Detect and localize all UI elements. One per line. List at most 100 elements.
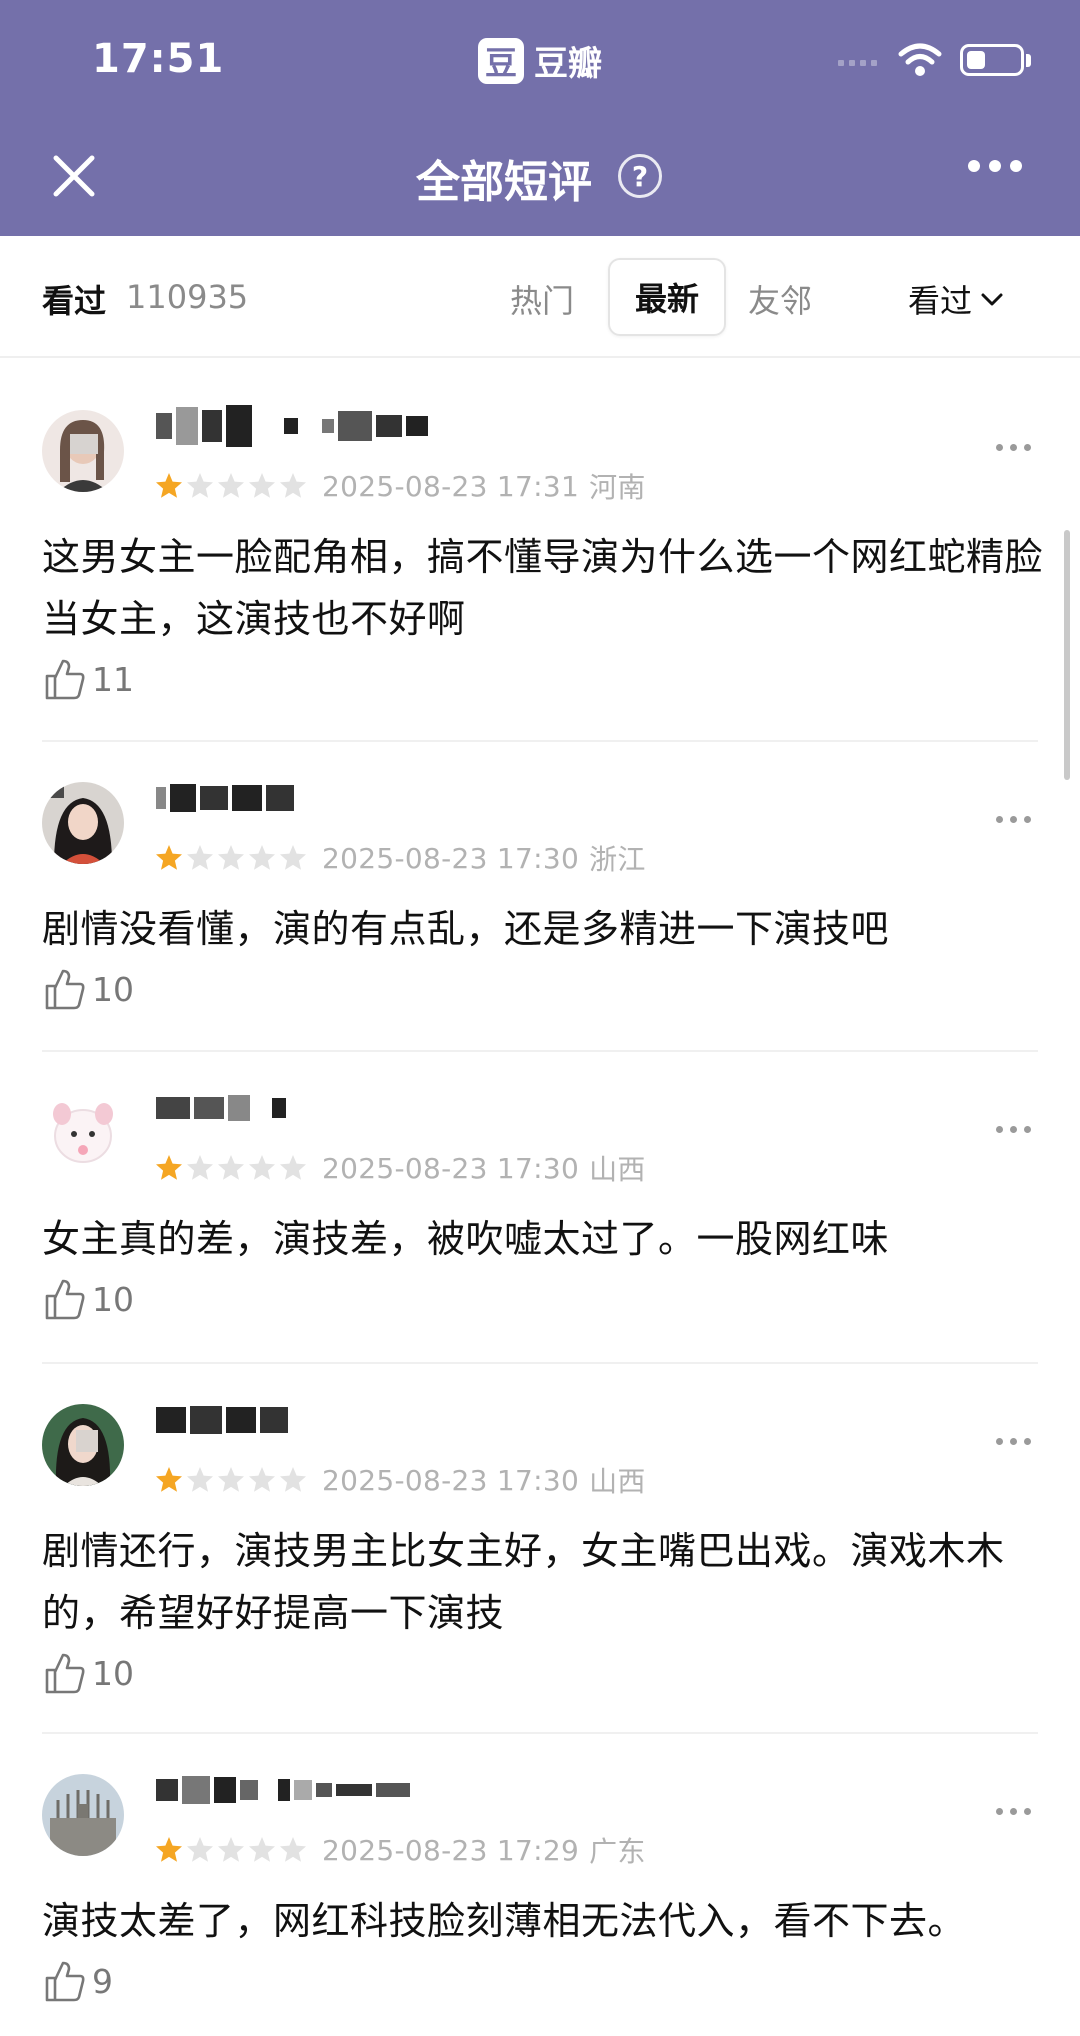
star-rating bbox=[154, 1835, 308, 1865]
comment-region: 山西 bbox=[589, 1465, 646, 1498]
star-filled-icon bbox=[156, 1467, 182, 1492]
star-empty-icon bbox=[249, 1155, 275, 1180]
avatar[interactable] bbox=[42, 782, 124, 864]
comment-date: 2025-08-23 17:31 bbox=[322, 469, 580, 503]
rating-row: 2025-08-23 17:29 广东 bbox=[154, 1830, 646, 1870]
star-empty-icon bbox=[249, 845, 275, 870]
comment-region: 广东 bbox=[589, 1835, 646, 1868]
avatar-building-icon bbox=[42, 1774, 124, 1856]
tab-hot[interactable]: 热门 bbox=[510, 276, 574, 322]
like-count: 10 bbox=[92, 1653, 134, 1693]
help-icon[interactable]: ? bbox=[618, 154, 662, 198]
star-empty-icon bbox=[187, 1155, 213, 1180]
avatar-photo-icon bbox=[42, 410, 124, 492]
scrollbar[interactable] bbox=[1064, 530, 1070, 780]
seen-count: 110935 bbox=[126, 278, 249, 316]
tab-latest[interactable]: 最新 bbox=[608, 258, 726, 336]
star-filled-icon bbox=[156, 1155, 182, 1180]
avatar[interactable] bbox=[42, 1404, 124, 1486]
username-redacted[interactable] bbox=[156, 1084, 286, 1132]
rating-row: 2025-08-23 17:30 山西 bbox=[154, 1460, 646, 1500]
status-filter-dropdown[interactable]: 看过 bbox=[908, 276, 1004, 322]
comment-more-icon[interactable] bbox=[996, 816, 1031, 823]
like-count: 10 bbox=[92, 969, 134, 1009]
star-filled-icon bbox=[156, 845, 182, 870]
star-empty-icon bbox=[218, 1155, 244, 1180]
comment-text: 女主真的差，演技差，被吹嘘太过了。一股网红味 bbox=[42, 1217, 890, 1261]
thumbs-up-icon bbox=[45, 969, 85, 1010]
wifi-icon bbox=[898, 43, 942, 76]
star-empty-icon bbox=[187, 1837, 213, 1862]
rating-row: 2025-08-23 17:31 河南 bbox=[154, 466, 646, 506]
cellular-signal-icon bbox=[838, 60, 877, 66]
battery-tip bbox=[1026, 54, 1031, 67]
comment-text: 演技太差了，网红科技脸刻薄相无法代入，看不下去。 bbox=[42, 1899, 967, 1943]
username-redacted[interactable] bbox=[156, 402, 428, 450]
star-filled-icon bbox=[156, 473, 182, 498]
star-empty-icon bbox=[218, 1837, 244, 1862]
star-filled-icon bbox=[156, 1837, 182, 1862]
app-badge: 豆 豆瓣 bbox=[478, 36, 602, 85]
star-empty-icon bbox=[218, 845, 244, 870]
star-empty-icon bbox=[280, 473, 306, 498]
star-empty-icon bbox=[280, 845, 306, 870]
page-title: 全部短评 bbox=[416, 157, 592, 208]
avatar[interactable] bbox=[42, 1774, 124, 1856]
chevron-down-icon bbox=[981, 293, 1003, 306]
avatar-cartoon-icon bbox=[42, 1092, 124, 1174]
star-empty-icon bbox=[218, 473, 244, 498]
star-empty-icon bbox=[187, 473, 213, 498]
status-time: 17:51 bbox=[92, 36, 225, 82]
like-count: 10 bbox=[92, 1279, 134, 1319]
comment-region: 河南 bbox=[589, 471, 646, 504]
filter-bar: 看过 110935 热门 最新 友邻 看过 bbox=[0, 236, 1080, 358]
comment-more-icon[interactable] bbox=[996, 444, 1031, 451]
star-empty-icon bbox=[280, 1837, 306, 1862]
star-rating bbox=[154, 471, 308, 501]
comment-more-icon[interactable] bbox=[996, 1438, 1031, 1445]
divider bbox=[42, 1732, 1038, 1734]
comment-date: 2025-08-23 17:30 bbox=[322, 1151, 580, 1185]
close-icon[interactable] bbox=[46, 148, 102, 204]
like-button[interactable]: 11 bbox=[42, 656, 134, 702]
comment-date: 2025-08-23 17:29 bbox=[322, 1833, 580, 1867]
comment-region: 山西 bbox=[589, 1153, 646, 1186]
star-empty-icon bbox=[280, 1155, 306, 1180]
star-rating bbox=[154, 1153, 308, 1183]
battery-icon bbox=[960, 44, 1024, 76]
rating-row: 2025-08-23 17:30 山西 bbox=[154, 1148, 646, 1188]
status-filter-value: 看过 bbox=[908, 282, 973, 320]
avatar[interactable] bbox=[42, 410, 124, 492]
star-empty-icon bbox=[187, 845, 213, 870]
username-redacted[interactable] bbox=[156, 1396, 288, 1444]
star-rating bbox=[154, 843, 308, 873]
comment-text: 剧情没看懂，演的有点乱，还是多精进一下演技吧 bbox=[42, 907, 890, 951]
divider bbox=[42, 1362, 1038, 1364]
like-button[interactable]: 9 bbox=[42, 1958, 113, 2004]
like-count: 11 bbox=[92, 659, 134, 699]
thumbs-up-icon bbox=[45, 1653, 85, 1694]
username-redacted[interactable] bbox=[156, 774, 294, 822]
thumbs-up-icon bbox=[45, 1961, 85, 2002]
comment-text: 剧情还行，演技男主比女主好，女主嘴巴出戏。演戏木木的，希望好好提高一下演技 bbox=[42, 1529, 1005, 1635]
avatar-photo-icon bbox=[42, 782, 124, 864]
like-count: 9 bbox=[92, 1961, 113, 2001]
avatar[interactable] bbox=[42, 1092, 124, 1174]
divider bbox=[42, 740, 1038, 742]
more-options-icon[interactable] bbox=[968, 160, 1022, 172]
comment-text: 这男女主一脸配角相，搞不懂导演为什么选一个网红蛇精脸当女主，这演技也不好啊 bbox=[42, 535, 1044, 641]
comment-more-icon[interactable] bbox=[996, 1808, 1031, 1815]
comment-region: 浙江 bbox=[589, 843, 646, 876]
comment-date: 2025-08-23 17:30 bbox=[322, 1463, 580, 1497]
like-button[interactable]: 10 bbox=[42, 966, 134, 1012]
like-button[interactable]: 10 bbox=[42, 1276, 134, 1322]
comment-more-icon[interactable] bbox=[996, 1126, 1031, 1133]
thumbs-up-icon bbox=[45, 659, 85, 700]
rating-row: 2025-08-23 17:30 浙江 bbox=[154, 838, 646, 878]
star-empty-icon bbox=[218, 1467, 244, 1492]
star-rating bbox=[154, 1465, 308, 1495]
like-button[interactable]: 10 bbox=[42, 1650, 134, 1696]
avatar-photo-icon bbox=[42, 1404, 124, 1486]
tab-friends[interactable]: 友邻 bbox=[748, 276, 812, 322]
username-redacted[interactable] bbox=[156, 1766, 410, 1814]
